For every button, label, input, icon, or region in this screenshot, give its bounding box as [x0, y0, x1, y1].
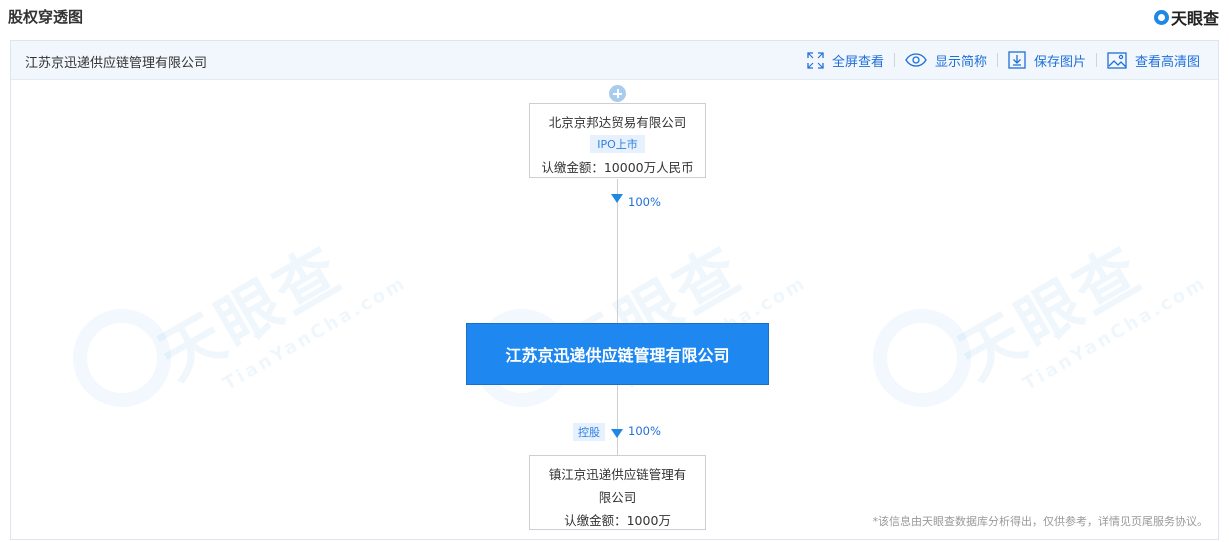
arrow-down-icon — [611, 429, 623, 438]
download-icon — [1008, 51, 1026, 69]
equity-chart-canvas: 天眼查 TianYanCha.com 天眼查 TianYanCha.com 天眼… — [11, 79, 1218, 539]
view-hd-image-button[interactable]: 查看高清图 — [1097, 51, 1210, 70]
view-hd-image-label: 查看高清图 — [1134, 54, 1200, 70]
brand-name: 天眼查 — [1170, 9, 1219, 28]
plus-icon[interactable] — [609, 85, 626, 102]
save-image-label: 保存图片 — [1033, 54, 1086, 70]
subsidiary-amount: 认缴金额：1000万 — [564, 513, 671, 528]
main-company-name: 江苏京迅递供应链管理有限公司 — [505, 346, 730, 365]
fullscreen-button[interactable]: 全屏查看 — [797, 51, 894, 70]
subsidiary-percent: 100% — [628, 424, 661, 438]
subsidiary-name-line2: 限公司 — [598, 490, 637, 505]
brand-logo-icon — [1153, 9, 1169, 25]
watermark: 天眼查 TianYanCha.com — [146, 231, 411, 395]
show-short-name-label: 显示简称 — [934, 54, 987, 70]
page-title: 股权穿透图 — [8, 8, 84, 26]
control-tag: 控股 — [573, 423, 605, 441]
brand-logo: 天眼查 — [1153, 5, 1219, 29]
shareholder-node[interactable]: 北京京邦达贸易有限公司 IPO上市 认缴金额：10000万人民币 — [529, 103, 706, 178]
eye-icon — [905, 53, 927, 67]
ipo-tag: IPO上市 — [590, 135, 645, 153]
show-short-name-button[interactable]: 显示简称 — [895, 51, 997, 70]
fullscreen-label: 全屏查看 — [831, 54, 884, 70]
shareholder-name: 北京京邦达贸易有限公司 — [548, 115, 687, 130]
shareholder-amount: 认缴金额：10000万人民币 — [541, 160, 694, 175]
watermark: 天眼查 TianYanCha.com — [946, 231, 1211, 395]
save-image-button[interactable]: 保存图片 — [998, 51, 1096, 70]
image-icon — [1107, 51, 1127, 69]
header-company-name: 江苏京迅递供应链管理有限公司 — [25, 56, 208, 71]
shareholder-percent: 100% — [628, 195, 661, 209]
panel-header: 江苏京迅递供应链管理有限公司 全屏查看 显示简称 保存图片 查看高清图 — [11, 41, 1218, 80]
disclaimer: *该信息由天眼查数据库分析得出，仅供参考，详情见页尾服务协议。 — [872, 515, 1209, 528]
expand-icon — [807, 51, 824, 69]
subsidiary-name-line1: 镇江京迅递供应链管理有 — [548, 467, 687, 482]
equity-panel: 江苏京迅递供应链管理有限公司 全屏查看 显示简称 保存图片 查看高清图 天眼查 … — [10, 40, 1219, 540]
arrow-down-icon — [611, 194, 623, 203]
subsidiary-node[interactable]: 镇江京迅递供应链管理有 限公司 认缴金额：1000万 — [529, 455, 706, 530]
toolbar: 全屏查看 显示简称 保存图片 查看高清图 — [797, 41, 1210, 79]
main-company-node[interactable]: 江苏京迅递供应链管理有限公司 — [466, 323, 769, 385]
